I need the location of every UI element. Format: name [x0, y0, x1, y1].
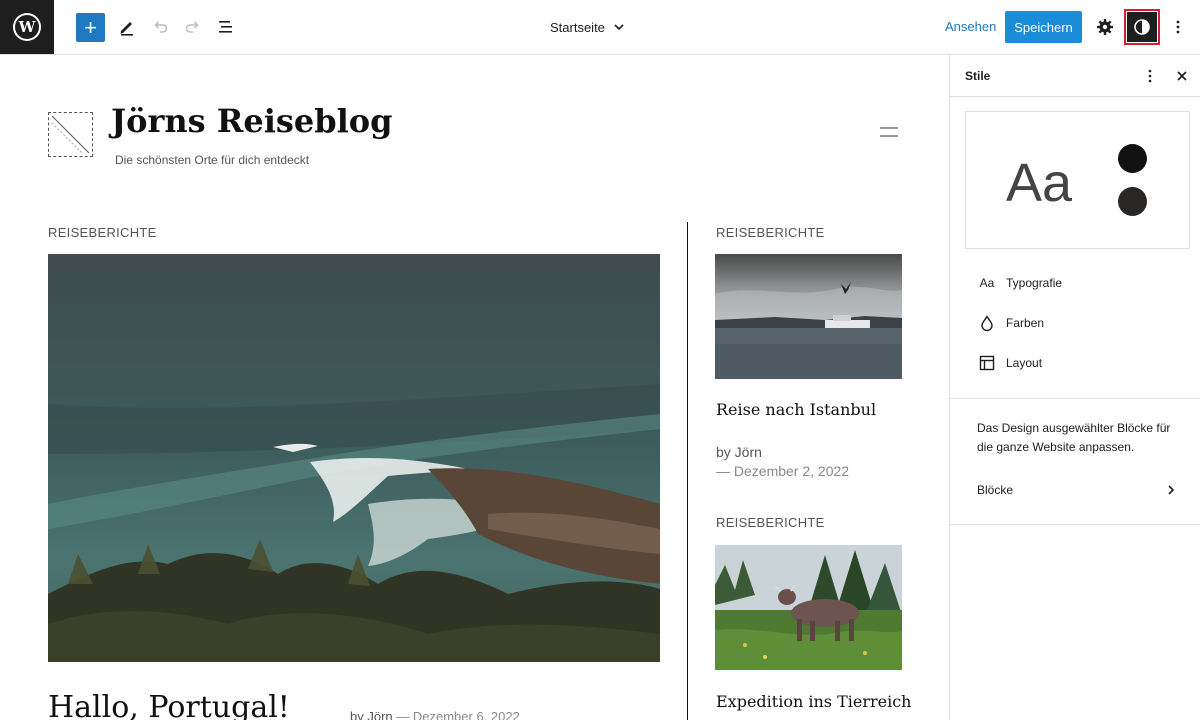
ocean-coast-image — [48, 254, 660, 662]
side-post-category[interactable]: REISEBERICHTE — [716, 515, 825, 530]
main-post-category[interactable]: REISEBERICHTE — [48, 225, 157, 240]
preview-typography-sample: Aa — [1006, 153, 1073, 213]
styles-preview[interactable]: Aa — [965, 111, 1190, 249]
list-view-button[interactable] — [211, 12, 241, 42]
chevron-right-icon — [1168, 485, 1175, 495]
sidebar-item-label: Layout — [1006, 356, 1043, 370]
styles-sidebar: Stile Aa Aa Typografie Farben Layout Das… — [949, 55, 1200, 720]
main-post-featured-image[interactable] — [48, 254, 660, 662]
add-block-button[interactable]: + — [76, 13, 105, 42]
sidebar-item-typography[interactable]: Aa Typografie — [978, 273, 1062, 293]
sidebar-divider — [950, 524, 1200, 525]
site-logo-placeholder[interactable] — [48, 112, 93, 157]
navigation-menu-icon[interactable] — [880, 127, 898, 137]
sidebar-item-colors[interactable]: Farben — [978, 313, 1044, 333]
view-button[interactable]: Ansehen — [945, 19, 996, 34]
styles-toggle-button[interactable] — [1124, 9, 1160, 45]
sidebar-title: Stile — [965, 69, 991, 83]
cow-meadow-image — [715, 545, 902, 670]
close-icon — [1177, 71, 1187, 81]
color-drop-icon — [978, 314, 996, 332]
redo-button[interactable] — [178, 12, 208, 42]
sidebar-more-button[interactable] — [1142, 66, 1158, 86]
undo-icon — [154, 21, 168, 33]
typography-icon: Aa — [979, 276, 995, 290]
side-post-featured-image[interactable] — [715, 545, 902, 670]
column-divider — [687, 222, 688, 720]
side-post-title[interactable]: Reise nach Istanbul — [716, 400, 876, 419]
preview-color-dot — [1118, 144, 1147, 173]
side-post-category[interactable]: REISEBERICHTE — [716, 225, 825, 240]
wordpress-logo-icon: W — [13, 13, 41, 41]
edit-tool-button[interactable] — [112, 12, 142, 42]
side-post-featured-image[interactable] — [715, 254, 902, 379]
sidebar-header: Stile — [950, 55, 1200, 97]
blocks-description: Das Design ausgewählter Blöcke für die g… — [977, 421, 1171, 454]
sidebar-item-label: Farben — [1006, 316, 1045, 330]
wordpress-logo-button[interactable]: W — [0, 0, 54, 54]
chevron-down-icon — [614, 24, 624, 31]
list-view-icon — [219, 21, 232, 33]
placeholder-icon — [51, 115, 90, 154]
side-post-title[interactable]: Expedition ins Tierreich — [716, 692, 911, 711]
redo-icon — [185, 21, 199, 33]
pencil-icon — [120, 22, 133, 36]
contrast-icon — [1134, 19, 1150, 35]
editor-canvas[interactable]: Jörns Reiseblog Die schönsten Orte für d… — [0, 55, 949, 720]
document-title-dropdown[interactable]: Startseite — [550, 14, 625, 40]
save-button[interactable]: Speichern — [1005, 11, 1082, 43]
blocks-label: Blöcke — [977, 483, 1014, 497]
site-title[interactable]: Jörns Reiseblog — [111, 102, 393, 140]
document-title: Startseite — [550, 19, 605, 35]
istanbul-harbor-image — [715, 254, 902, 379]
blocks-navigation-button[interactable]: Blöcke — [977, 480, 1177, 500]
side-post-date: — Dezember 2, 2022 — [716, 463, 850, 479]
more-vertical-icon — [1176, 20, 1180, 34]
sidebar-item-layout[interactable]: Layout — [978, 353, 1042, 373]
gear-icon — [1097, 19, 1113, 35]
options-menu-button[interactable] — [1163, 12, 1193, 42]
sidebar-item-label: Typografie — [1006, 276, 1063, 290]
site-tagline[interactable]: Die schönsten Orte für dich entdeckt — [115, 153, 309, 167]
main-post-meta: by Jörn — Dezember 6, 2022 — [350, 709, 520, 720]
editor-top-toolbar: W + Startseite Ansehen Speichern — [0, 0, 1200, 55]
side-post-author[interactable]: by Jörn — [716, 444, 762, 460]
sidebar-close-button[interactable] — [1174, 66, 1190, 86]
undo-button[interactable] — [145, 12, 175, 42]
more-vertical-icon — [1148, 69, 1152, 83]
main-post-author[interactable]: by Jörn — [350, 709, 393, 720]
layout-icon — [978, 354, 996, 372]
sidebar-divider — [950, 398, 1200, 399]
main-post-title[interactable]: Hallo, Portugal! — [48, 690, 290, 720]
main-post-date: — Dezember 6, 2022 — [396, 709, 520, 720]
preview-color-dot — [1118, 187, 1147, 216]
settings-button[interactable] — [1090, 12, 1120, 42]
